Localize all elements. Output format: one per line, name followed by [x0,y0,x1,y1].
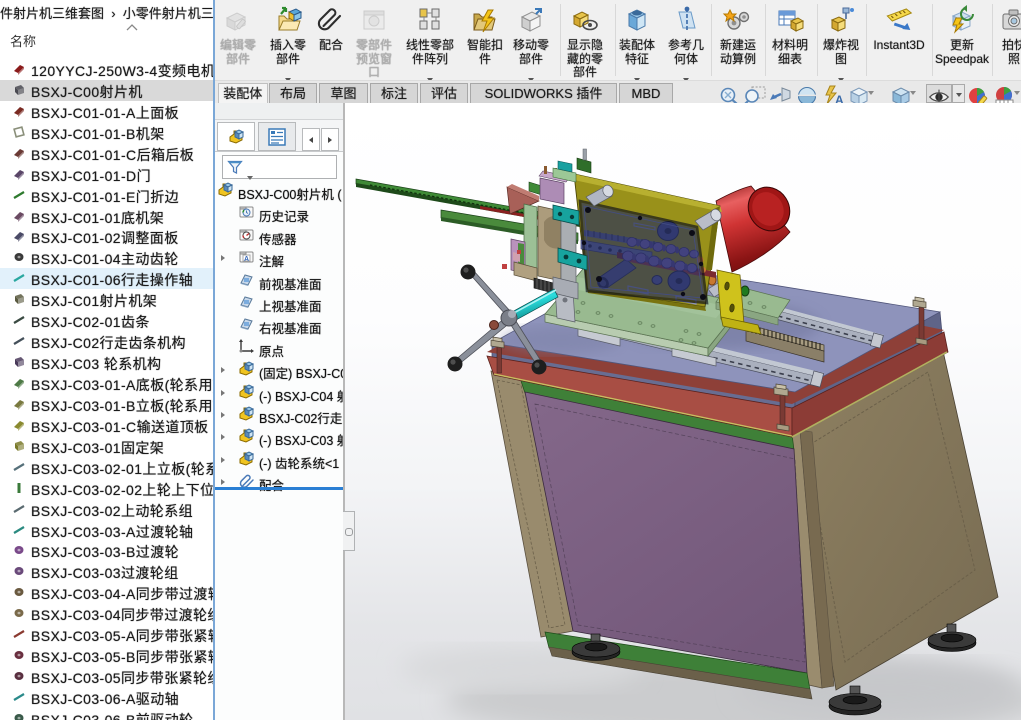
svg-text:A: A [244,256,249,263]
svg-text:A: A [835,93,844,103]
